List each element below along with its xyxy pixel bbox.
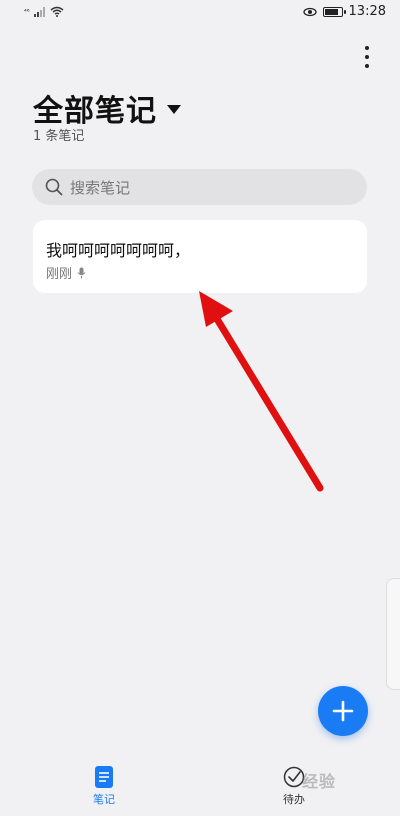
clock: 13:28 [348,4,386,19]
side-drawer-handle[interactable] [386,578,400,690]
wifi-icon [50,6,64,17]
search-bar[interactable]: 搜索笔记 [32,169,367,205]
nav-notes-label: 笔记 [93,793,115,806]
nav-todo-label: 待办 [283,793,305,806]
note-card[interactable]: 我呵呵呵呵呵呵呵， 刚刚 [33,220,367,293]
note-time: 刚刚 [46,267,73,282]
folder-selector[interactable]: 全部笔记 [33,86,181,130]
plus-icon [332,700,354,722]
note-meta: 刚刚 [46,263,86,282]
note-count: 1 条笔记 [33,129,85,144]
signal-icon [33,6,45,17]
status-left: ⁴⁶ [24,6,64,17]
status-right: 13:28 [302,4,386,19]
search-placeholder: 搜索笔记 [70,178,131,197]
more-dot [365,64,369,68]
add-note-button[interactable] [318,686,368,736]
more-dot [365,55,369,59]
more-options-icon[interactable] [362,46,372,68]
bottom-nav: 笔记 待办 [0,758,400,816]
status-bar: ⁴⁶ 13:28 [0,0,400,26]
note-icon [95,766,113,788]
search-icon [45,178,63,196]
network-type: ⁴⁶ [24,7,30,16]
dropdown-caret-icon [167,104,181,114]
watermark: 经验 [302,772,337,791]
microphone-icon [77,267,86,278]
note-title: 我呵呵呵呵呵呵呵， [46,241,191,260]
page-title: 全部笔记 [33,94,157,129]
battery-level [324,8,338,15]
nav-notes[interactable]: 笔记 [64,766,144,807]
eye-comfort-icon [302,7,317,16]
battery-icon [322,6,346,17]
more-dot [365,46,369,50]
